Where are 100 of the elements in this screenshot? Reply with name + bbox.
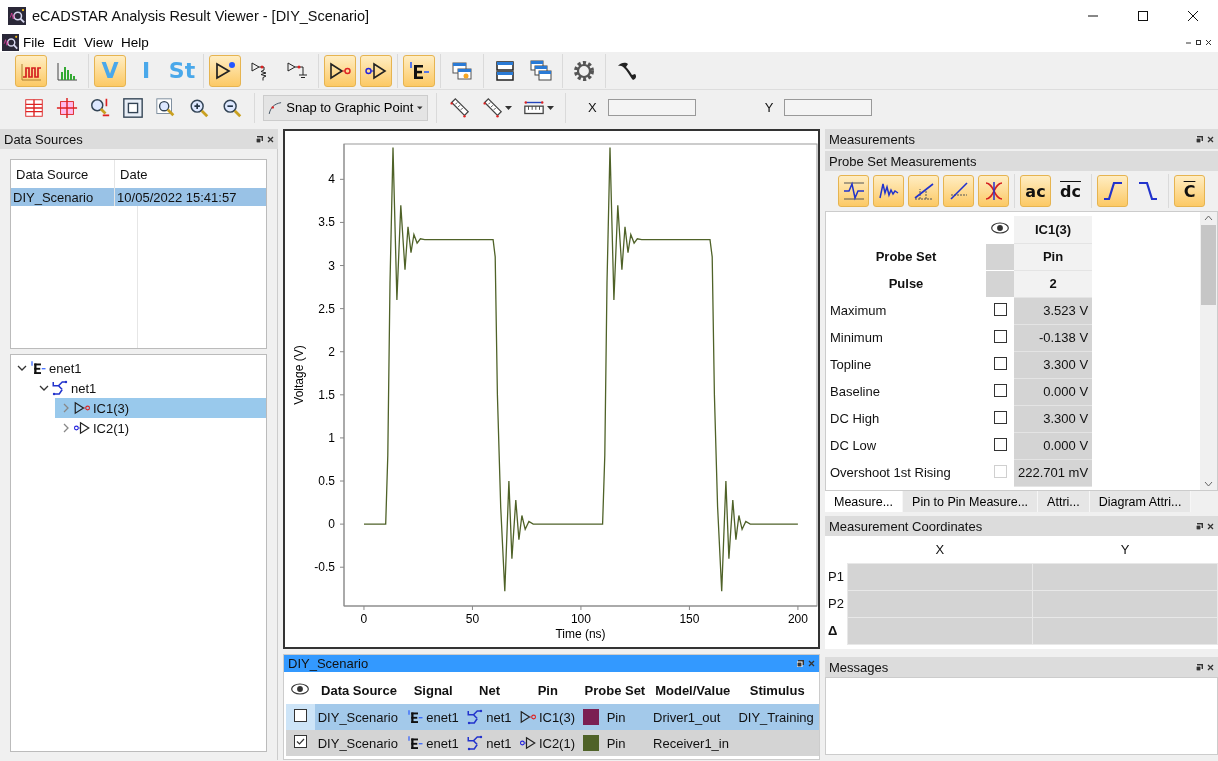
toggle-button[interactable]: dc (1055, 175, 1086, 207)
column-header[interactable]: Y (1032, 536, 1218, 563)
tick-label: 1.5 (318, 387, 335, 402)
toggle-button[interactable] (1097, 175, 1128, 207)
row-header: DC Low (829, 437, 878, 455)
receiver-icon (73, 419, 91, 437)
checkbox[interactable] (993, 383, 1007, 397)
float-icon[interactable] (1196, 135, 1203, 143)
cell-text: enet1 (426, 735, 459, 751)
settings-icon (572, 58, 596, 83)
tree-item[interactable]: IC1(3) (55, 398, 266, 418)
tile-windows-icon (493, 58, 517, 83)
toggle-button[interactable]: C (1174, 175, 1205, 207)
float-icon[interactable] (797, 660, 804, 667)
toggle-button[interactable] (908, 175, 939, 207)
tick-label: 0 (360, 612, 368, 626)
chevron-up-icon[interactable] (1204, 215, 1213, 221)
toggle-button[interactable] (978, 175, 1009, 207)
cell-text: IC1(3) (538, 709, 575, 725)
close-icon[interactable] (1207, 663, 1214, 671)
checkbox[interactable] (293, 709, 307, 722)
close-icon[interactable] (1205, 38, 1212, 46)
toggle-button[interactable]: ac (1020, 175, 1051, 207)
close-icon[interactable] (1207, 135, 1214, 143)
tree-item[interactable]: enet1 (11, 358, 266, 378)
float-icon[interactable] (1196, 663, 1203, 671)
column-header[interactable]: Data Source (11, 160, 115, 188)
tree-item[interactable]: IC2(1) (55, 418, 266, 438)
tick-label: 150 (679, 612, 700, 626)
e-net-icon (406, 734, 425, 752)
table-cell[interactable]: 10/05/2022 15:41:57 (114, 188, 266, 206)
tab[interactable]: Pin to Pin Measure... (903, 491, 1039, 512)
tab[interactable]: Measure... (825, 491, 904, 512)
row-header: Pulse (826, 270, 986, 297)
ruler-icon[interactable] (481, 96, 503, 119)
restore-icon[interactable] (1195, 38, 1202, 46)
checkbox[interactable] (993, 329, 1007, 343)
cell-text: Pin (606, 735, 626, 751)
caret-icon[interactable] (505, 105, 512, 110)
tab[interactable]: Attri... (1038, 491, 1090, 512)
caret-icon[interactable] (547, 105, 554, 110)
panel-title: Data Sources (4, 131, 84, 147)
caret-icon (417, 105, 423, 110)
close-icon[interactable] (1207, 522, 1214, 530)
input-field[interactable] (784, 99, 873, 116)
toggle-button[interactable] (873, 175, 904, 207)
menu-item[interactable]: Help (117, 32, 153, 52)
cell-text: Pin (606, 709, 626, 725)
zoom-icon[interactable] (89, 96, 111, 119)
tab[interactable]: Diagram Attri... (1089, 491, 1192, 512)
menu-item[interactable]: Edit (48, 32, 81, 52)
table-cell: 222.701 mV (1014, 459, 1093, 486)
fit-icon[interactable] (122, 96, 144, 119)
table-cell: -0.138 V (1014, 324, 1093, 351)
scroll-thumb[interactable] (1201, 225, 1216, 305)
panel-title: DIY_Scenario (288, 656, 370, 671)
toggle-button[interactable] (324, 54, 356, 87)
app-icon[interactable] (2, 33, 19, 51)
tick-label: 2 (328, 344, 335, 359)
column-header[interactable]: Date (114, 160, 266, 188)
table-cell: 3.300 V (1014, 351, 1093, 378)
menu-item[interactable]: File (19, 32, 49, 52)
input-field[interactable] (607, 99, 696, 116)
rows-icon[interactable] (23, 96, 45, 119)
zoom-window-icon[interactable] (155, 96, 177, 119)
row-header: DC High (829, 410, 881, 428)
toggle-button[interactable] (838, 175, 869, 207)
ringing-wave-icon (841, 179, 866, 203)
chevron-down-icon[interactable] (39, 383, 49, 393)
axis-title: Time (ns) (555, 627, 606, 641)
scrollbar[interactable] (1200, 212, 1217, 490)
checkbox[interactable] (993, 302, 1007, 316)
checkbox[interactable] (993, 437, 1007, 451)
checkbox[interactable] (993, 356, 1007, 370)
column-header[interactable]: X (847, 536, 1033, 563)
snap-dropdown[interactable]: Snap to Graphic Point (263, 94, 428, 121)
toggle-button[interactable] (943, 175, 974, 207)
toggle-button[interactable] (15, 54, 47, 87)
float-icon[interactable] (256, 135, 263, 143)
menu-item[interactable]: View (80, 32, 118, 52)
tick-label: 3.5 (318, 215, 335, 230)
checkbox[interactable] (993, 410, 1007, 424)
tree-item[interactable]: net1 (33, 378, 266, 398)
toggle-button[interactable] (403, 54, 435, 87)
column-header[interactable]: IC1(3) (1014, 216, 1093, 243)
chevron-down-icon[interactable] (17, 363, 27, 373)
float-icon[interactable] (1196, 522, 1203, 530)
field-label: Y (764, 100, 774, 115)
table-cell: Driver1_out (650, 704, 736, 730)
expand-arrows-icon[interactable] (56, 96, 78, 119)
table-cell: DIY_Scenario (314, 704, 404, 730)
ruler-icon[interactable] (448, 96, 470, 119)
row-header: Probe Set (826, 243, 986, 270)
toggle-button[interactable] (360, 54, 392, 87)
close-icon[interactable] (267, 135, 274, 143)
table-cell: Pin (1014, 243, 1093, 270)
field-label: X (588, 100, 597, 115)
checkbox[interactable] (293, 735, 307, 748)
toggle-button[interactable] (209, 54, 241, 87)
table-cell[interactable]: DIY_Scenario (11, 188, 115, 206)
